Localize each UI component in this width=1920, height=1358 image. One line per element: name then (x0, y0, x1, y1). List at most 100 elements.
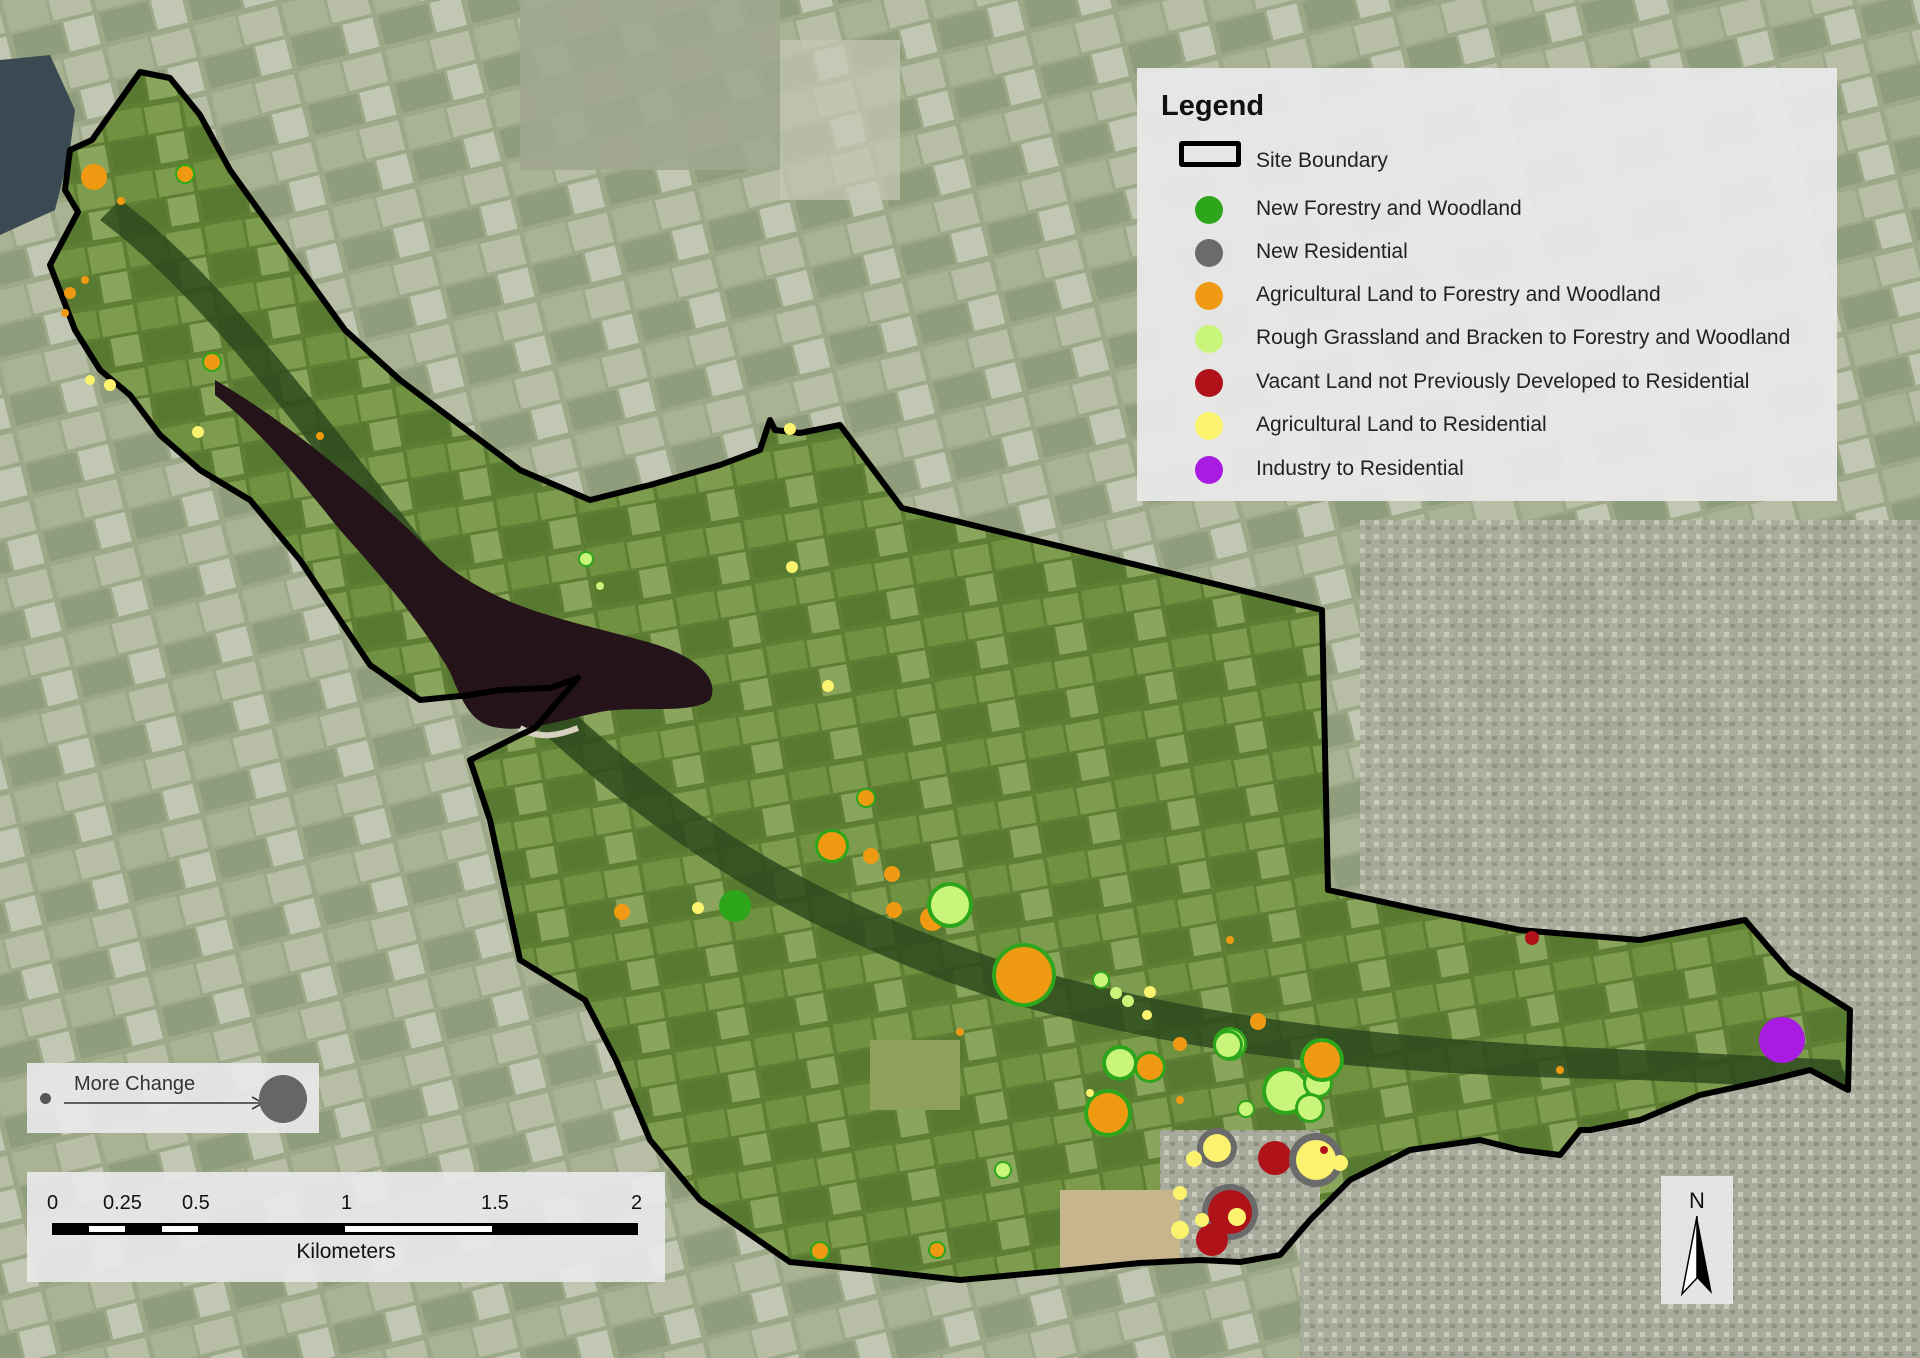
change-marker (1296, 1140, 1336, 1180)
legend-item-grass-to-forestry: Rough Grassland and Bracken to Forestry … (1157, 318, 1827, 358)
change-marker (1176, 1096, 1184, 1104)
legend: Legend Site Boundary New Forestry and Wo… (1137, 68, 1837, 501)
change-marker (1239, 1102, 1253, 1116)
legend-item-vacant-to-residential: Vacant Land not Previously Developed to … (1157, 362, 1827, 402)
change-marker (85, 375, 95, 385)
legend-label: Site Boundary (1256, 149, 1388, 172)
change-marker (818, 832, 846, 860)
change-marker (1173, 1186, 1187, 1200)
change-marker (784, 423, 796, 435)
change-marker (81, 164, 107, 190)
change-marker (930, 1243, 944, 1257)
legend-label: New Residential (1256, 240, 1408, 263)
legend-item-new-forestry: New Forestry and Woodland (1157, 189, 1827, 229)
scale-tick: 1.5 (481, 1192, 509, 1214)
change-marker (1142, 1010, 1152, 1020)
change-marker (692, 902, 704, 914)
change-marker (858, 790, 874, 806)
north-label: N (1689, 1188, 1705, 1213)
change-marker (1525, 931, 1539, 945)
legend-label: Industry to Residential (1256, 457, 1464, 480)
change-marker (104, 379, 116, 391)
scale-bar: 0 0.25 0.5 1 1.5 2 Kilometers (27, 1172, 665, 1282)
change-marker (1171, 1221, 1189, 1239)
change-marker (1094, 973, 1108, 987)
change-marker (1196, 1224, 1228, 1256)
legend-label: Rough Grassland and Bracken to Forestry … (1256, 326, 1791, 349)
legend-item-new-residential: New Residential (1157, 232, 1827, 272)
scale-tick: 1 (341, 1192, 353, 1214)
change-marker (931, 886, 969, 924)
legend-item-site-boundary: Site Boundary (1157, 141, 1827, 181)
change-marker (863, 848, 879, 864)
change-marker (177, 166, 193, 182)
legend-label: Agricultural Land to Residential (1256, 413, 1547, 436)
scale-tick: 0 (47, 1192, 59, 1214)
change-marker (884, 866, 900, 882)
change-marker (1298, 1096, 1322, 1120)
change-marker (1110, 987, 1122, 999)
change-marker (204, 354, 220, 370)
change-marker (81, 276, 89, 284)
north-arrow: N (1661, 1176, 1733, 1304)
scale-tick: 2 (631, 1192, 643, 1214)
change-marker (1228, 1208, 1246, 1226)
change-marker (786, 561, 798, 573)
legend-label: Agricultural Land to Forestry and Woodla… (1256, 283, 1661, 306)
lightgreen-dot-swatch (1195, 325, 1223, 353)
change-marker (822, 680, 834, 692)
change-marker (1759, 1017, 1805, 1063)
change-marker (316, 432, 324, 440)
north-arrow-icon (1680, 1216, 1712, 1296)
legend-item-agri-to-forestry: Agricultural Land to Forestry and Woodla… (1157, 275, 1827, 315)
change-marker (117, 197, 125, 205)
legend-label: New Forestry and Woodland (1256, 197, 1522, 220)
change-marker (1106, 1049, 1134, 1077)
change-marker (64, 287, 76, 299)
change-marker (996, 947, 1052, 1003)
change-marker (719, 890, 751, 922)
change-marker (1203, 1134, 1231, 1162)
change-marker (1226, 936, 1234, 944)
change-marker (1088, 1093, 1128, 1133)
change-marker (1122, 995, 1134, 1007)
change-marker (1216, 1033, 1240, 1057)
change-marker (1086, 1089, 1094, 1097)
change-marker (1173, 1037, 1187, 1051)
yellow-dot-swatch (1195, 412, 1223, 440)
red-dot-swatch (1195, 369, 1223, 397)
scale-tick: 0.5 (182, 1192, 210, 1214)
change-marker (614, 904, 630, 920)
change-marker (1304, 1042, 1340, 1078)
grey-dot-swatch (1195, 239, 1223, 267)
scale-unit: Kilometers (296, 1240, 396, 1263)
purple-dot-swatch (1195, 456, 1223, 484)
change-marker (580, 553, 592, 565)
change-marker (61, 309, 69, 317)
scale-tick: 0.25 (103, 1192, 142, 1214)
scale-bar-graphic (52, 1223, 638, 1235)
change-marker (1250, 1014, 1266, 1030)
change-marker (886, 902, 902, 918)
change-marker (1320, 1146, 1328, 1154)
change-marker (812, 1243, 828, 1259)
boundary-swatch (1179, 141, 1241, 167)
legend-item-agri-to-residential: Agricultural Land to Residential (1157, 405, 1827, 445)
green-dot-swatch (1195, 196, 1223, 224)
orange-dot-swatch (1195, 282, 1223, 310)
change-marker (192, 426, 204, 438)
arrow-right-icon (64, 1096, 265, 1110)
change-marker (1186, 1151, 1202, 1167)
legend-title: Legend (1161, 90, 1265, 122)
legend-item-industry-to-residential: Industry to Residential (1157, 449, 1827, 489)
legend-label: Vacant Land not Previously Developed to … (1256, 370, 1750, 393)
change-marker (1137, 1054, 1163, 1080)
change-marker (956, 1028, 964, 1036)
change-marker (1195, 1213, 1209, 1227)
large-circle-icon (259, 1075, 307, 1123)
change-marker (1332, 1155, 1348, 1171)
change-marker (1258, 1141, 1292, 1175)
change-marker (996, 1163, 1010, 1177)
small-circle-icon (40, 1093, 51, 1104)
size-key: More Change (27, 1063, 319, 1133)
